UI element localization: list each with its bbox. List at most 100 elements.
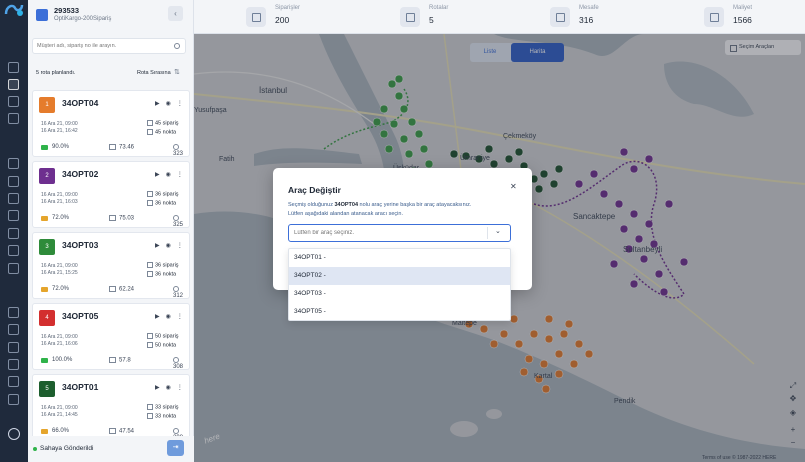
route-number-badge: 4: [39, 310, 55, 326]
app-root: 293533 OptiKargo-200Sipariş ‹ 5 rota pla…: [0, 0, 805, 462]
route-start-time: 16 Ara 21, 09:00: [41, 334, 78, 340]
route-card[interactable]: 3 34OPT03 ▶◉⋮ 16 Ara 21, 09:00 16 Ara 21, 15…: [32, 232, 190, 299]
search-box[interactable]: [32, 38, 186, 54]
route-duration: 325: [173, 215, 189, 228]
stat-value: 5: [429, 15, 434, 25]
dialog-instruction: Lütfen aşağıdaki alandan atanacak aracı …: [288, 211, 403, 217]
rail-tag-icon[interactable]: [8, 228, 19, 239]
desc-vehicle: 34OPT04: [334, 202, 359, 208]
route-card[interactable]: 5 34OPT01 ▶◉⋮ 16 Ara 21, 09:00 16 Ara 21, 14…: [32, 374, 190, 441]
dispatch-status: Sahaya Gönderildi: [40, 445, 94, 452]
more-icon[interactable]: ⋮: [177, 385, 189, 391]
route-number-badge: 5: [39, 381, 55, 397]
eye-icon[interactable]: ◉: [166, 101, 177, 107]
route-start-time: 16 Ara 21, 09:00: [41, 263, 78, 269]
vehicle-select-input[interactable]: [294, 227, 484, 239]
chevron-down-icon[interactable]: ⌄: [495, 227, 501, 235]
play-icon[interactable]: ▶: [155, 172, 166, 178]
route-fill-rate: 72.0%: [52, 286, 70, 292]
vehicle-option[interactable]: 34OPT05 -: [289, 303, 510, 321]
route-name: 34OPT02: [62, 169, 99, 179]
vehicle-option[interactable]: 34OPT02 -: [289, 267, 510, 285]
route-actions[interactable]: ▶◉⋮: [155, 242, 189, 249]
route-distance: 57.8: [109, 357, 131, 364]
more-icon[interactable]: ⋮: [177, 314, 189, 320]
route-name: 34OPT04: [62, 98, 99, 108]
route-points: 33 nokta: [147, 413, 176, 419]
route-end-time: 16 Ara 21, 16:42: [41, 128, 78, 134]
rail-routes-icon[interactable]: [8, 79, 19, 90]
play-icon[interactable]: ▶: [155, 314, 166, 320]
play-icon[interactable]: ▶: [155, 101, 166, 107]
route-actions[interactable]: ▶◉⋮: [155, 171, 189, 178]
vehicle-select[interactable]: ⌄: [288, 224, 511, 242]
rail-bulb-icon[interactable]: [8, 359, 19, 370]
rail-chat-icon[interactable]: [8, 307, 19, 318]
rail-orders-icon[interactable]: [8, 96, 19, 107]
rail-home-icon[interactable]: [8, 62, 19, 73]
route-distance: 47.54: [109, 428, 134, 435]
stat-label: Siparişler: [275, 5, 301, 11]
stat-label: Rotalar: [429, 5, 449, 11]
more-icon[interactable]: ⋮: [177, 243, 189, 249]
sidebar-footer: Sahaya Gönderildi ⇥: [28, 436, 194, 462]
route-points: 50 nokta: [147, 342, 176, 348]
rail-box-icon[interactable]: [8, 158, 19, 169]
rail-reports-icon[interactable]: [8, 113, 19, 124]
route-name: 34OPT05: [62, 311, 99, 321]
rail-megaphone-icon[interactable]: [8, 324, 19, 335]
route-points: 36 nokta: [147, 271, 176, 277]
play-icon[interactable]: ▶: [155, 385, 166, 391]
vehicle-option[interactable]: 34OPT01 -: [289, 249, 510, 267]
vehicle-options-list: 34OPT01 -34OPT02 -34OPT03 -34OPT05 -: [288, 248, 511, 321]
collapse-sidebar-button[interactable]: ‹: [168, 6, 183, 21]
status-dot: [33, 447, 37, 451]
close-icon[interactable]: ✕: [510, 182, 517, 191]
route-card[interactable]: 1 34OPT04 ▶◉⋮ 16 Ara 21, 09:00 16 Ara 21, 16…: [32, 90, 190, 157]
route-duration: 312: [173, 286, 189, 299]
route-orders: 36 sipariş: [147, 191, 179, 197]
dialog-description: Seçmiş olduğunuz 34OPT04 nolu araç yerin…: [288, 202, 471, 208]
distance-icon: [550, 7, 570, 27]
orders-icon: [246, 7, 266, 27]
route-distance: 73.46: [109, 144, 134, 151]
route-fill-rate: 66.0%: [52, 428, 70, 434]
route-fill-rate: 72.0%: [52, 215, 70, 221]
eye-icon[interactable]: ◉: [166, 172, 177, 178]
sort-select[interactable]: Rota Sırasına: [137, 70, 171, 76]
user-avatar-icon[interactable]: [8, 428, 20, 440]
route-actions[interactable]: ▶◉⋮: [155, 313, 189, 320]
rail-truck-icon[interactable]: [8, 193, 19, 204]
rail-wrench-icon[interactable]: [8, 376, 19, 387]
route-actions[interactable]: ▶◉⋮: [155, 384, 189, 391]
rail-cloud-icon[interactable]: [8, 263, 19, 274]
rail-calendar-icon[interactable]: [8, 210, 19, 221]
eye-icon[interactable]: ◉: [166, 385, 177, 391]
route-number-badge: 2: [39, 168, 55, 184]
route-points: 36 nokta: [147, 200, 176, 206]
sort-icon[interactable]: ⇅: [174, 68, 180, 76]
route-card[interactable]: 4 34OPT05 ▶◉⋮ 16 Ara 21, 09:00 16 Ara 21, 16…: [32, 303, 190, 370]
play-icon[interactable]: ▶: [155, 243, 166, 249]
more-icon[interactable]: ⋮: [177, 101, 189, 107]
routes-icon: [400, 7, 420, 27]
vehicle-option[interactable]: 34OPT03 -: [289, 285, 510, 303]
rail-logout-icon[interactable]: [8, 394, 19, 405]
route-card[interactable]: 2 34OPT02 ▶◉⋮ 16 Ara 21, 09:00 16 Ara 21, 16…: [32, 161, 190, 228]
eye-icon[interactable]: ◉: [166, 314, 177, 320]
rail-pin-icon[interactable]: [8, 245, 19, 256]
route-actions[interactable]: ▶◉⋮: [155, 100, 189, 107]
route-end-time: 16 Ara 21, 15:25: [41, 270, 78, 276]
app-logo: [4, 4, 24, 16]
stat-value: 316: [579, 15, 594, 25]
eye-icon[interactable]: ◉: [166, 243, 177, 249]
route-name: 34OPT01: [62, 382, 99, 392]
route-end-time: 16 Ara 21, 14:45: [41, 412, 78, 418]
rail-card-icon[interactable]: [8, 342, 19, 353]
rail-user-icon[interactable]: [8, 176, 19, 187]
more-icon[interactable]: ⋮: [177, 172, 189, 178]
dialog-title: Araç Değiştir: [288, 185, 341, 195]
route-start-time: 16 Ara 21, 09:00: [41, 405, 78, 411]
search-input[interactable]: [37, 40, 165, 52]
send-button[interactable]: ⇥: [167, 440, 184, 456]
